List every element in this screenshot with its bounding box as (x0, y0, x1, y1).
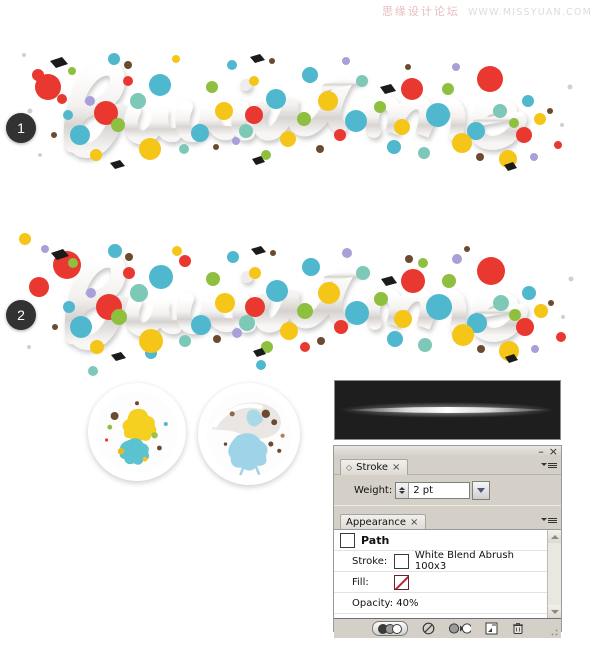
panel-title-bar[interactable]: – × (334, 446, 561, 457)
step-badge-2-label: 2 (17, 307, 25, 323)
scroll-up-icon (550, 534, 559, 539)
trash-icon (512, 623, 523, 634)
tab-appearance[interactable]: Appearance × (340, 514, 427, 530)
tab-stroke[interactable]: ◇ Stroke × (340, 459, 409, 475)
stroke-key-label: Stroke: (352, 555, 388, 567)
clear-appearance-button[interactable] (422, 622, 435, 635)
weight-value[interactable]: 2 pt (409, 482, 470, 498)
new-item-icon (485, 622, 497, 635)
weight-stepper-up-icon[interactable] (399, 486, 406, 490)
panel-dock-diamond-icon: ◇ (346, 463, 353, 472)
artwork-step-2 (5, 205, 580, 380)
step-badge-1: 1 (6, 113, 36, 143)
fill-none-swatch-icon[interactable] (394, 574, 409, 590)
illustrator-panel-group: – × ◇ Stroke × Weight: 2 pt Appearance ×… (333, 445, 562, 638)
duplicate-circles-icon (448, 623, 471, 634)
lens-detail-left-content (97, 392, 177, 472)
lens-detail-left (88, 383, 186, 481)
scroll-down-button[interactable] (548, 605, 561, 618)
tab-appearance-close-icon[interactable]: × (410, 517, 418, 528)
stroke-swatch-icon[interactable] (393, 553, 409, 569)
delete-item-button[interactable] (512, 622, 524, 635)
close-icon[interactable]: × (549, 446, 558, 457)
artwork-step-1-canvas (22, 53, 573, 171)
appearance-row-fill[interactable]: Fill: (334, 572, 548, 593)
brush-stroke-preview-canvas (335, 381, 560, 439)
appearance-panel-menu-icon[interactable] (541, 514, 557, 527)
window-controls: – × (538, 446, 558, 457)
weight-label: Weight: (354, 484, 393, 496)
tab-stroke-close-icon[interactable]: × (392, 462, 400, 473)
artwork-step-1 (10, 15, 580, 190)
panel-divider (334, 505, 561, 512)
step-badge-1-label: 1 (17, 120, 25, 136)
duplicate-item-button[interactable] (448, 622, 471, 635)
minimize-icon[interactable]: – (538, 446, 544, 457)
weight-input[interactable]: 2 pt (395, 481, 471, 499)
opacity-toggle-button[interactable] (371, 621, 408, 636)
tab-appearance-label: Appearance (346, 517, 407, 528)
appearance-row-opacity[interactable]: Opacity: 40% (334, 593, 548, 614)
new-appearance-button[interactable] (485, 622, 498, 635)
appearance-panel-body: Path Stroke: White Blend Abrush 100x3 Fi… (334, 529, 561, 618)
path-swatch-icon[interactable] (340, 532, 355, 548)
path-label: Path (361, 533, 390, 547)
fill-key-label: Fill: (352, 576, 369, 588)
weight-stepper[interactable] (396, 482, 410, 498)
stroke-panel-body: Weight: 2 pt (334, 474, 561, 505)
opacity-label: Opacity: 40% (352, 597, 419, 609)
artwork-step-2-canvas (16, 233, 574, 376)
chevron-down-icon (477, 487, 486, 493)
stroke-panel-tabrow: ◇ Stroke × (334, 457, 561, 475)
no-symbol-icon (422, 622, 434, 635)
appearance-row-path[interactable]: Path (334, 530, 548, 551)
tab-stroke-label: Stroke (356, 462, 389, 473)
lens-detail-right (198, 383, 300, 485)
weight-dropdown-button[interactable] (472, 480, 491, 500)
scroll-down-icon (550, 609, 559, 614)
stroke-panel-menu-icon[interactable] (541, 459, 557, 472)
panel-resize-grip[interactable] (551, 629, 559, 637)
appearance-panel-tabrow: Appearance × (334, 512, 561, 530)
appearance-panel-footer (334, 618, 561, 638)
weight-stepper-down-icon[interactable] (399, 490, 406, 494)
stroke-brush-name: White Blend Abrush 100x3 (414, 550, 514, 572)
scroll-up-button[interactable] (548, 530, 561, 543)
lens-detail-right-content (207, 392, 291, 476)
step-badge-2: 2 (6, 300, 36, 330)
brush-stroke-preview (334, 380, 561, 440)
appearance-row-stroke[interactable]: Stroke: White Blend Abrush 100x3 (334, 550, 548, 572)
appearance-scrollbar[interactable] (547, 530, 561, 618)
